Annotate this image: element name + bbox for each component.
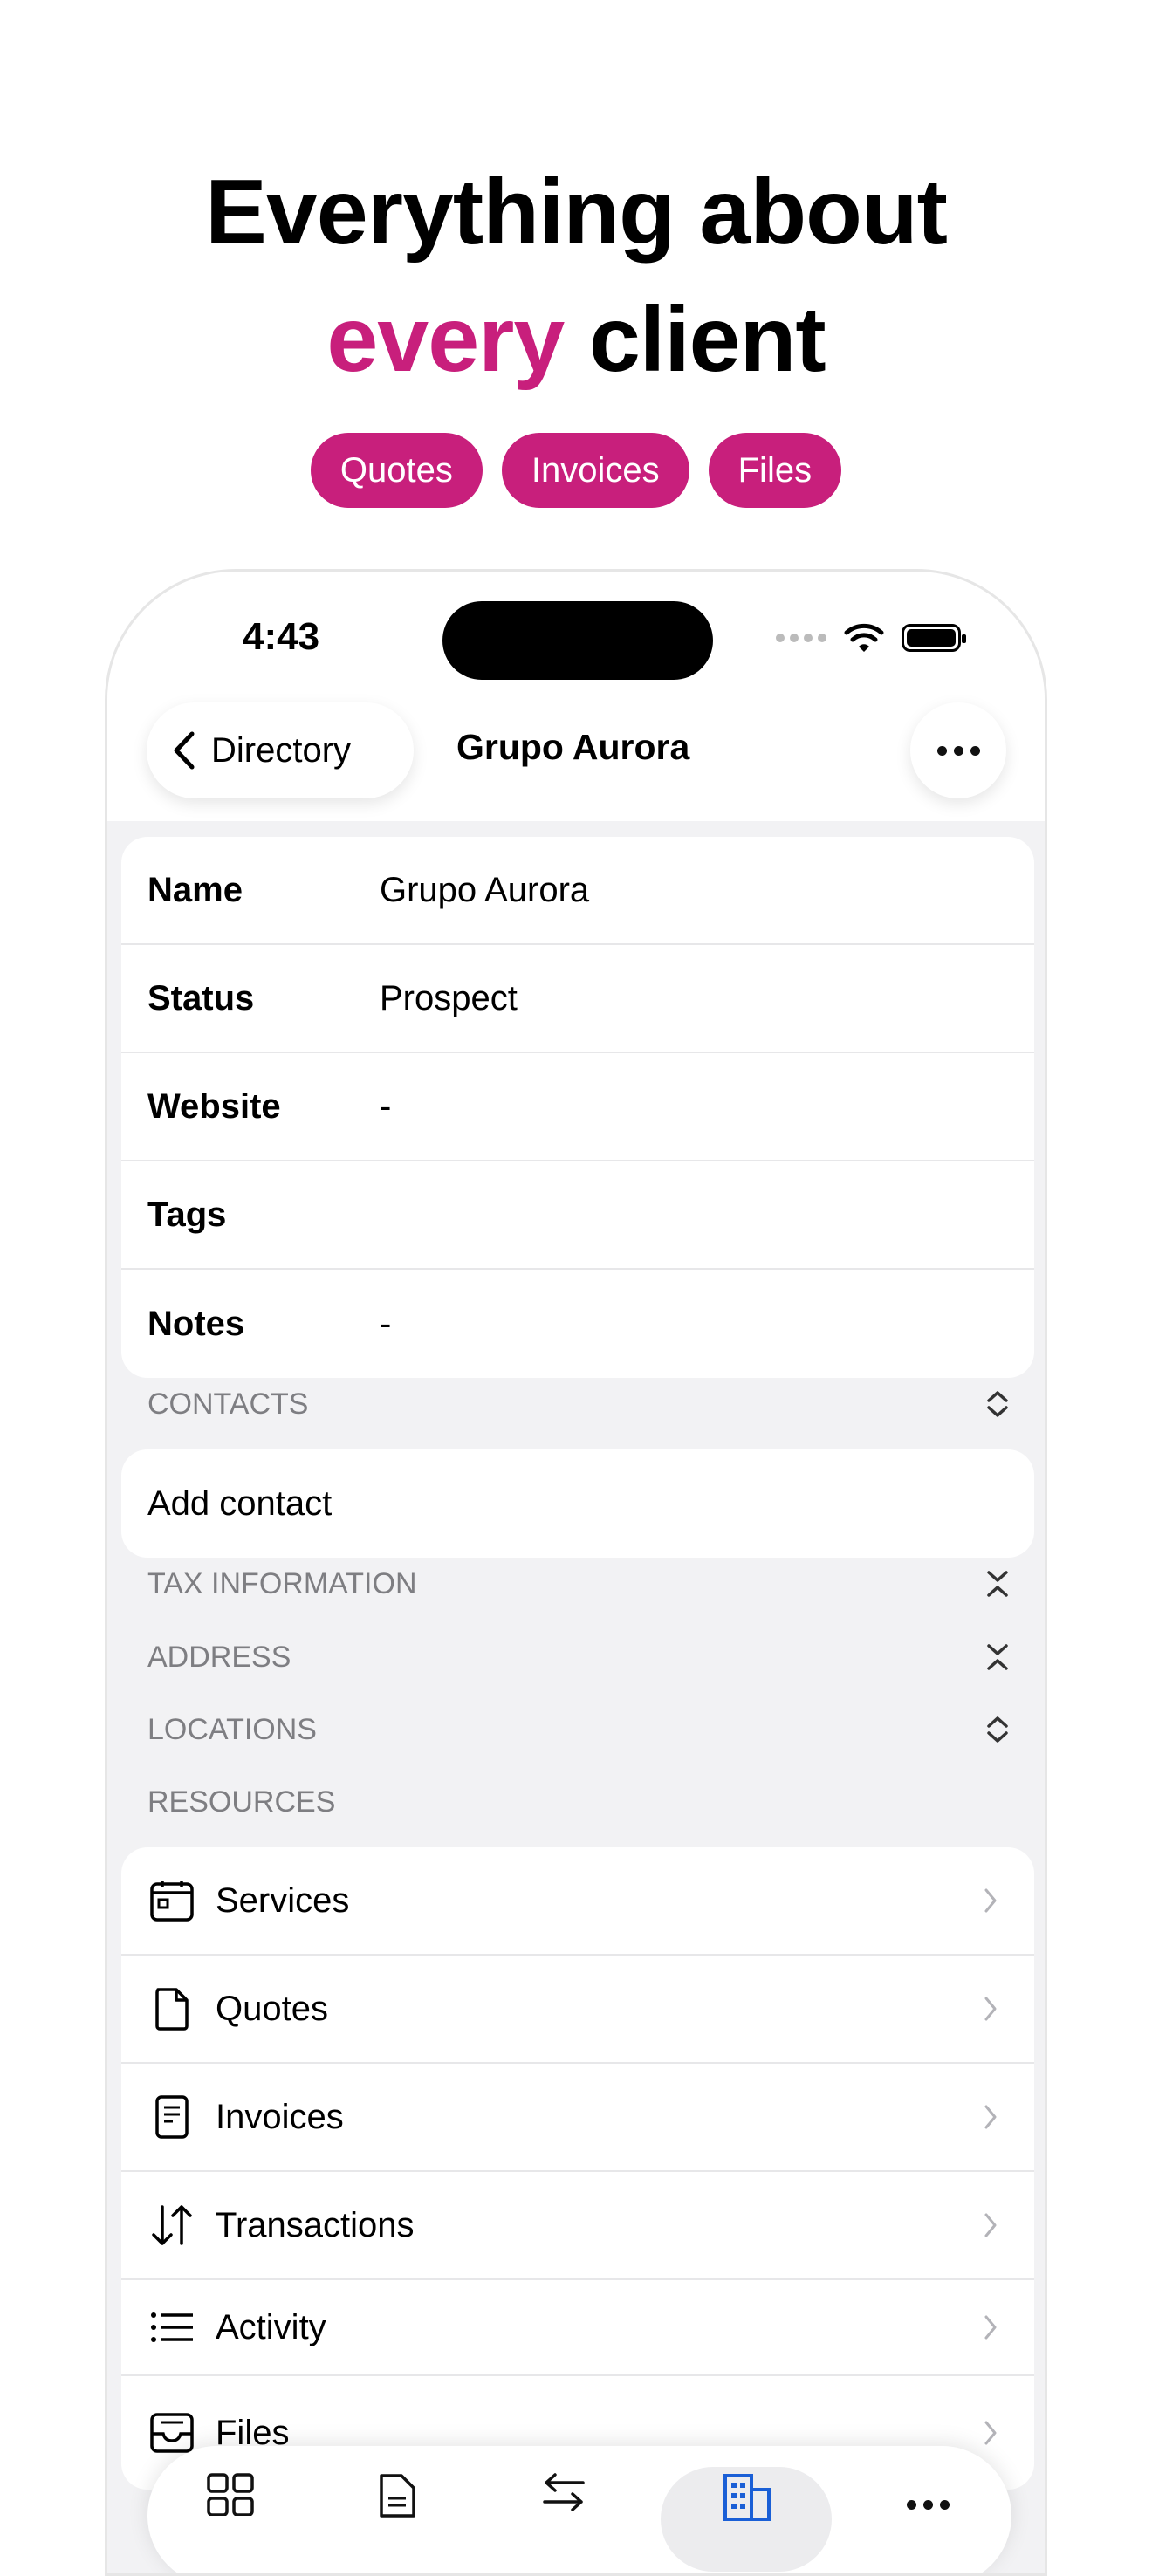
resources-card: Services Quotes Invoices Transactions Ac…	[121, 1847, 1034, 2490]
expand-icon	[987, 1391, 1008, 1417]
resource-label: Transactions	[216, 2205, 415, 2244]
document-icon	[380, 2474, 415, 2518]
tab-documents[interactable]	[327, 2467, 467, 2572]
resource-label: Services	[216, 1881, 350, 1920]
resource-quotes[interactable]: Quotes	[121, 1956, 1034, 2064]
detail-label: Tags	[147, 1195, 227, 1234]
headline-rest: client	[564, 288, 826, 391]
detail-label: Website	[147, 1086, 281, 1126]
list-icon	[151, 2312, 193, 2342]
resource-label: Invoices	[216, 2097, 344, 2136]
detail-row-notes[interactable]: Notes -	[121, 1270, 1034, 1378]
section-title: LOCATIONS	[147, 1712, 317, 1746]
battery-icon	[902, 624, 966, 652]
detail-label: Status	[147, 978, 255, 1017]
headline-line1: Everything about	[205, 161, 948, 264]
section-title: CONTACTS	[147, 1387, 309, 1421]
detail-value: Prospect	[380, 978, 518, 1017]
arrows-up-down-icon	[152, 2205, 192, 2245]
detail-row-status[interactable]: Status Prospect	[121, 945, 1034, 1053]
more-options-button[interactable]	[910, 702, 1006, 798]
wifi-icon	[844, 623, 884, 652]
chevron-right-icon	[984, 2213, 997, 2237]
dynamic-island	[442, 601, 713, 680]
section-title: TAX INFORMATION	[147, 1566, 417, 1600]
add-contact-button[interactable]: Add contact	[121, 1449, 1034, 1558]
pill-invoices: Invoices	[501, 433, 689, 508]
phone-frame: 4:43 Directory Grupo Aurora Name Grupo A…	[105, 569, 1047, 2576]
expand-icon	[987, 1716, 1008, 1743]
detail-value: -	[380, 1086, 392, 1126]
tab-more[interactable]	[859, 2467, 998, 2572]
dashboard-icon	[207, 2473, 255, 2516]
building-icon	[723, 2474, 771, 2521]
tab-dashboard[interactable]	[161, 2467, 300, 2572]
collapse-icon	[987, 1644, 1008, 1670]
back-label: Directory	[211, 730, 352, 770]
resource-services[interactable]: Services	[121, 1847, 1034, 1956]
receipt-icon	[155, 2095, 189, 2139]
section-tax-information[interactable]: TAX INFORMATION	[147, 1558, 1020, 1610]
status-icons	[776, 622, 966, 654]
chevron-right-icon	[984, 2315, 997, 2340]
chevron-right-icon	[984, 1997, 997, 2021]
section-contacts[interactable]: CONTACTS	[147, 1378, 1020, 1430]
tab-transfers[interactable]	[494, 2467, 634, 2572]
detail-label: Name	[147, 870, 243, 909]
section-address[interactable]: ADDRESS	[147, 1631, 1020, 1683]
section-title: ADDRESS	[147, 1640, 291, 1674]
resource-transactions[interactable]: Transactions	[121, 2172, 1034, 2280]
feature-pills: Quotes Invoices Files	[0, 433, 1152, 508]
contacts-card: Add contact	[121, 1449, 1034, 1558]
headline: Everything about every client	[0, 148, 1152, 403]
detail-value: -	[380, 1304, 392, 1343]
status-time: 4:43	[243, 615, 320, 658]
pill-quotes: Quotes	[310, 433, 483, 508]
detail-row-website[interactable]: Website -	[121, 1053, 1034, 1161]
headline-accent: every	[326, 288, 565, 391]
detail-row-tags[interactable]: Tags	[121, 1161, 1034, 1270]
chevron-right-icon	[984, 1888, 997, 1913]
resource-label: Activity	[216, 2307, 326, 2346]
nav-title: Grupo Aurora	[456, 727, 690, 767]
detail-row-name[interactable]: Name Grupo Aurora	[121, 837, 1034, 945]
tab-clients[interactable]	[660, 2467, 832, 2572]
add-contact-label: Add contact	[147, 1483, 333, 1523]
headline-line2: every client	[0, 276, 1152, 403]
signal-icon	[776, 634, 826, 642]
section-locations[interactable]: LOCATIONS	[147, 1703, 1020, 1756]
transfer-icon	[543, 2473, 585, 2511]
detail-value: Grupo Aurora	[380, 870, 590, 909]
chevron-right-icon	[984, 2105, 997, 2129]
back-button[interactable]: Directory	[147, 702, 414, 798]
tab-bar	[147, 2446, 1011, 2573]
section-title: RESOURCES	[147, 1785, 336, 1819]
section-resources: RESOURCES	[147, 1776, 1020, 1828]
collapse-icon	[987, 1571, 1008, 1597]
phone-header: 4:43 Directory Grupo Aurora	[107, 572, 1045, 821]
document-icon	[155, 1988, 189, 2031]
more-icon	[907, 2472, 950, 2510]
chevron-right-icon	[984, 2421, 997, 2445]
details-card: Name Grupo Aurora Status Prospect Websit…	[121, 837, 1034, 1378]
pill-files: Files	[708, 433, 842, 508]
resource-activity[interactable]: Activity	[121, 2280, 1034, 2376]
resource-invoices[interactable]: Invoices	[121, 2064, 1034, 2172]
resource-label: Quotes	[216, 1989, 328, 2028]
tray-icon	[150, 2413, 194, 2453]
calendar-icon	[150, 1881, 194, 1922]
chevron-left-icon	[174, 731, 195, 770]
detail-label: Notes	[147, 1304, 245, 1343]
